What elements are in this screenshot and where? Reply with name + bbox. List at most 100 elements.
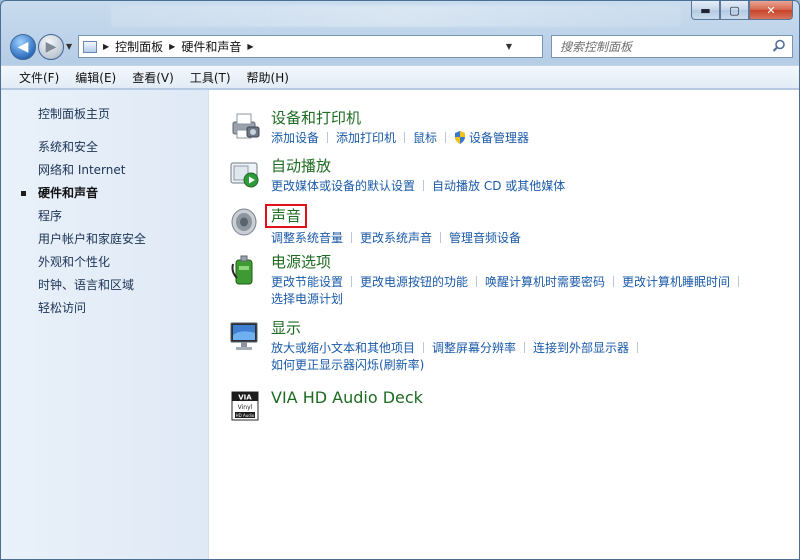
- breadcrumb-hardware-sound[interactable]: 硬件和声音: [181, 38, 241, 55]
- caption-buttons: ▬ ▢ ✕: [691, 1, 793, 20]
- link-autoplay-cd[interactable]: 自动播放 CD 或其他媒体: [432, 179, 565, 193]
- sidebar-item-label: 轻松访问: [38, 301, 87, 315]
- category-links: 放大或缩小文本和其他项目 调整屏幕分辨率 连接到外部显示器如何更正显示器闪烁(刷新率…: [271, 340, 799, 374]
- search-box[interactable]: [551, 35, 793, 58]
- category-title-power-options[interactable]: 电源选项: [271, 252, 331, 272]
- link-manage-audio-devices[interactable]: 管理音频设备: [449, 231, 521, 245]
- svg-text:HD Audio: HD Audio: [236, 413, 255, 418]
- content-area: 控制面板主页 系统和安全 网络和 Internet 硬件和声音 程序 用户帐户和…: [1, 90, 799, 559]
- speaker-icon[interactable]: [229, 206, 261, 238]
- sidebar-item-appearance[interactable]: 外观和个性化: [1, 251, 208, 274]
- sidebar-item-ease-of-access[interactable]: 轻松访问: [1, 297, 208, 320]
- sidebar-item-label: 网络和 Internet: [38, 163, 126, 177]
- link-divider: [440, 232, 442, 243]
- link-divider: [637, 342, 639, 353]
- title-bar: ▬ ▢ ✕: [1, 1, 799, 29]
- breadcrumb-control-panel[interactable]: 控制面板: [115, 38, 163, 55]
- category-display: 显示 放大或缩小文本和其他项目 调整屏幕分辨率 连接到外部显示器如何更正显示器闪烁(…: [209, 318, 799, 388]
- link-change-system-sounds[interactable]: 更改系统声音: [360, 231, 432, 245]
- back-button[interactable]: ◀: [10, 34, 36, 60]
- link-change-sleep-time[interactable]: 更改计算机睡眠时间: [622, 275, 730, 289]
- control-panel-small-icon: [79, 36, 101, 57]
- sidebar-item-label: 程序: [38, 209, 63, 223]
- menu-view[interactable]: 查看(V): [124, 67, 182, 88]
- control-panel-window: ▬ ▢ ✕ ◀ ▶ ▼ ▶ 控制面板 ▶ 硬件和声音 ▶ ▼ ⟳: [0, 0, 800, 560]
- link-divider: [738, 276, 740, 287]
- sidebar-item-system-security[interactable]: 系统和安全: [1, 136, 208, 159]
- link-divider: [423, 180, 425, 191]
- sidebar-item-label: 外观和个性化: [38, 255, 111, 269]
- sidebar-item-label: 时钟、语言和区域: [38, 278, 135, 292]
- close-button[interactable]: ✕: [749, 1, 793, 20]
- sidebar-item-home[interactable]: 控制面板主页: [1, 103, 208, 126]
- link-divider: [351, 276, 353, 287]
- sidebar-item-network-internet[interactable]: 网络和 Internet: [1, 159, 208, 182]
- link-zoom-text[interactable]: 放大或缩小文本和其他项目: [271, 341, 415, 355]
- maximize-button[interactable]: ▢: [720, 1, 749, 20]
- sidebar-item-hardware-sound[interactable]: 硬件和声音: [1, 182, 208, 205]
- autoplay-icon[interactable]: [229, 158, 261, 190]
- sidebar-item-programs[interactable]: 程序: [1, 205, 208, 228]
- link-divider: [613, 276, 615, 287]
- sidebar-item-user-accounts[interactable]: 用户帐户和家庭安全: [1, 228, 208, 251]
- category-via-audio: VIA Vinyl HD Audio VIA HD Audio Deck: [209, 388, 799, 436]
- category-autoplay: 自动播放 更改媒体或设备的默认设置 自动播放 CD 或其他媒体: [209, 156, 799, 204]
- power-options-icon[interactable]: [229, 254, 261, 286]
- category-title-autoplay[interactable]: 自动播放: [271, 156, 331, 176]
- menu-tools[interactable]: 工具(T): [182, 67, 239, 88]
- link-connect-external-display[interactable]: 连接到外部显示器: [533, 341, 629, 355]
- category-power-options: 电源选项 更改节能设置 更改电源按钮的功能 唤醒计算机时需要密码 更改计算机睡眠时间选…: [209, 252, 799, 318]
- search-input[interactable]: [560, 39, 760, 54]
- menu-help[interactable]: 帮助(H): [239, 67, 297, 88]
- link-change-media-defaults[interactable]: 更改媒体或设备的默认设置: [271, 179, 415, 193]
- category-title-display[interactable]: 显示: [271, 318, 301, 338]
- arrow-right-icon: ▶: [45, 39, 57, 55]
- breadcrumb-separator-icon[interactable]: ▶: [103, 42, 109, 51]
- link-mouse[interactable]: 鼠标: [413, 131, 437, 145]
- search-icon[interactable]: [772, 39, 786, 53]
- link-divider: [404, 132, 406, 143]
- sidebar-item-label: 硬件和声音: [38, 186, 99, 200]
- printer-icon[interactable]: [229, 110, 261, 142]
- main-panel: 设备和打印机 添加设备 添加打印机 鼠标 设备管理器 自动播放 更改媒体或设备的默认设…: [209, 90, 799, 559]
- forward-button[interactable]: ▶: [38, 34, 64, 60]
- link-divider: [351, 232, 353, 243]
- svg-text:Vinyl: Vinyl: [238, 404, 253, 411]
- category-links: 更改媒体或设备的默认设置 自动播放 CD 或其他媒体: [271, 178, 799, 195]
- menu-file[interactable]: 文件(F): [11, 67, 67, 88]
- link-divider: [327, 132, 329, 143]
- display-icon[interactable]: [229, 320, 261, 352]
- category-title-via-audio[interactable]: VIA HD Audio Deck: [271, 388, 423, 408]
- active-bullet-icon: [21, 191, 26, 196]
- link-power-button-function[interactable]: 更改电源按钮的功能: [360, 275, 468, 289]
- link-adjust-volume[interactable]: 调整系统音量: [271, 231, 343, 245]
- breadcrumb-separator-icon[interactable]: ▶: [169, 42, 175, 51]
- address-dropdown-icon[interactable]: ▼: [506, 42, 512, 51]
- recent-pages-dropdown[interactable]: ▼: [66, 42, 72, 51]
- link-divider: [524, 342, 526, 353]
- link-adjust-resolution[interactable]: 调整屏幕分辨率: [432, 341, 516, 355]
- svg-text:VIA: VIA: [238, 394, 252, 402]
- sidebar: 控制面板主页 系统和安全 网络和 Internet 硬件和声音 程序 用户帐户和…: [1, 90, 209, 559]
- uac-shield-icon: [455, 131, 466, 144]
- minimize-button[interactable]: ▬: [691, 1, 720, 20]
- address-bar[interactable]: ▶ 控制面板 ▶ 硬件和声音 ▶ ▼ ⟳: [78, 35, 615, 58]
- category-title-sound[interactable]: 声音: [265, 204, 308, 228]
- link-device-manager[interactable]: 设备管理器: [469, 131, 529, 145]
- link-choose-power-plan[interactable]: 选择电源计划: [271, 292, 343, 306]
- link-add-printer[interactable]: 添加打印机: [336, 131, 396, 145]
- link-divider: [445, 132, 447, 143]
- category-links: 调整系统音量 更改系统声音 管理音频设备: [271, 230, 799, 247]
- link-require-password-wake[interactable]: 唤醒计算机时需要密码: [485, 275, 605, 289]
- menu-bar: 文件(F) 编辑(E) 查看(V) 工具(T) 帮助(H): [1, 65, 799, 89]
- breadcrumb-separator-icon[interactable]: ▶: [247, 42, 253, 51]
- via-audio-icon[interactable]: VIA Vinyl HD Audio: [229, 390, 261, 422]
- menu-edit[interactable]: 编辑(E): [67, 67, 124, 88]
- sidebar-item-label: 用户帐户和家庭安全: [38, 232, 147, 246]
- sidebar-item-clock-region[interactable]: 时钟、语言和区域: [1, 274, 208, 297]
- link-add-device[interactable]: 添加设备: [271, 131, 319, 145]
- link-change-power-saving[interactable]: 更改节能设置: [271, 275, 343, 289]
- link-fix-monitor-flicker[interactable]: 如何更正显示器闪烁(刷新率): [271, 358, 424, 372]
- link-divider: [476, 276, 478, 287]
- category-title-devices-printers[interactable]: 设备和打印机: [271, 108, 361, 128]
